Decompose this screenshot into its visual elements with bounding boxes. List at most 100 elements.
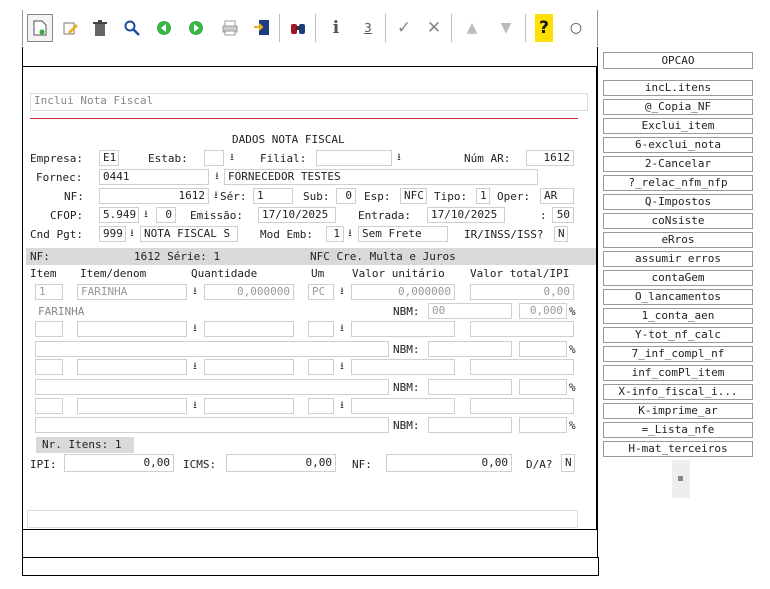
row4-qtd[interactable] (204, 398, 294, 414)
extra-field[interactable]: 50 (552, 207, 574, 223)
row3-item[interactable] (35, 359, 63, 375)
info-icon[interactable]: i (323, 14, 349, 42)
down-icon[interactable]: ▼ (493, 14, 519, 42)
row3-qtd[interactable] (204, 359, 294, 375)
irinss-field[interactable]: N (554, 226, 568, 242)
num-ar-field[interactable]: 1612 (526, 150, 574, 166)
count-icon[interactable]: 3 (355, 14, 381, 42)
tipo-field[interactable]: 1 (476, 188, 490, 204)
edit-icon[interactable] (57, 14, 83, 42)
row4-nbm-field[interactable] (428, 417, 512, 433)
nf-field[interactable]: 1612 (99, 188, 209, 204)
row1-denom[interactable]: FARINHA (77, 284, 187, 300)
row1-vunit[interactable]: 0,000000 (351, 284, 455, 300)
option-button-16[interactable]: X-info_fiscal_i... (603, 384, 753, 400)
row2-description[interactable] (35, 341, 389, 357)
option-button-13[interactable]: Y-tot_nf_calc (603, 327, 753, 343)
row2-um-dropdown-icon[interactable]: ⭳ (336, 322, 348, 336)
row1-um-dropdown-icon[interactable]: ⭳ (336, 285, 348, 299)
option-button-11[interactable]: O_lancamentos (603, 289, 753, 305)
nf-total-field[interactable]: 0,00 (386, 454, 512, 472)
cndpgt-name-field[interactable]: NOTA FISCAL S (140, 226, 238, 242)
oper-field[interactable]: AR (540, 188, 574, 204)
search-icon[interactable] (119, 14, 145, 42)
help-icon[interactable]: ? (535, 14, 553, 42)
cfop-field[interactable]: 5.949 (99, 207, 139, 223)
row4-vunit[interactable] (351, 398, 455, 414)
sub-field[interactable]: 0 (336, 188, 356, 204)
row1-denom-dropdown-icon[interactable]: ⭳ (189, 285, 201, 299)
filial-field[interactable] (316, 150, 392, 166)
row1-vtotal[interactable]: 0,00 (470, 284, 574, 300)
row4-denom[interactable] (77, 398, 187, 414)
fornec-dropdown-icon[interactable]: ⭳ (211, 170, 223, 184)
cfop-seq-field[interactable]: 0 (156, 207, 176, 223)
row2-item[interactable] (35, 321, 63, 337)
check-icon[interactable]: ✓ (391, 14, 417, 42)
print-icon[interactable] (217, 14, 243, 42)
option-button-10[interactable]: contaGem (603, 270, 753, 286)
row4-description[interactable] (35, 417, 389, 433)
estab-dropdown-icon[interactable]: ⭳ (226, 151, 238, 165)
option-button-5[interactable]: ?_relac_nfm_nfp (603, 175, 753, 191)
fornec-code-field[interactable]: 0441 (99, 169, 209, 185)
prev-icon[interactable] (151, 14, 177, 42)
next-icon[interactable] (183, 14, 209, 42)
da-field[interactable]: N (561, 454, 575, 472)
option-button-8[interactable]: eRros (603, 232, 753, 248)
row1-um[interactable]: PC (308, 284, 334, 300)
chat-icon[interactable]: ○ (563, 14, 589, 42)
new-doc-icon[interactable] (27, 14, 53, 42)
trash-icon[interactable] (87, 14, 113, 42)
option-button-15[interactable]: inf_comPl_item (603, 365, 753, 381)
row4-item[interactable] (35, 398, 63, 414)
row2-qtd[interactable] (204, 321, 294, 337)
row3-vunit[interactable] (351, 359, 455, 375)
row1-ipi-field[interactable]: 0,000 (519, 303, 567, 319)
tools-icon[interactable]: ✕ (421, 14, 447, 42)
esp-field[interactable]: NFC (400, 188, 427, 204)
row3-ipi-field[interactable] (519, 379, 567, 395)
row2-ipi-field[interactable] (519, 341, 567, 357)
row4-um[interactable] (308, 398, 334, 414)
row2-denom[interactable] (77, 321, 187, 337)
options-scroll-handle[interactable] (672, 460, 690, 498)
option-button-4[interactable]: 2-Cancelar (603, 156, 753, 172)
option-button-18[interactable]: =_Lista_nfe (603, 422, 753, 438)
option-button-14[interactable]: 7_inf_compl_nf (603, 346, 753, 362)
row4-denom-dropdown-icon[interactable]: ⭳ (189, 399, 201, 413)
option-button-7[interactable]: coNsiste (603, 213, 753, 229)
serie-field[interactable]: 1 (253, 188, 293, 204)
option-button-9[interactable]: assumir erros (603, 251, 753, 267)
row1-qtd[interactable]: 0,000000 (204, 284, 294, 300)
option-button-12[interactable]: 1_conta_aen (603, 308, 753, 324)
icms-total-field[interactable]: 0,00 (226, 454, 336, 472)
option-button-1[interactable]: @_Copia_NF (603, 99, 753, 115)
row2-um[interactable] (308, 321, 334, 337)
row2-denom-dropdown-icon[interactable]: ⭳ (189, 322, 201, 336)
option-button-19[interactable]: H-mat_terceiros (603, 441, 753, 457)
fornec-name-field[interactable]: FORNECEDOR TESTES (224, 169, 538, 185)
binoculars-icon[interactable] (285, 14, 311, 42)
option-button-6[interactable]: Q-Impostos (603, 194, 753, 210)
row4-vtotal[interactable] (470, 398, 574, 414)
row3-um[interactable] (308, 359, 334, 375)
emissao-field[interactable]: 17/10/2025 (258, 207, 336, 223)
row2-nbm-field[interactable] (428, 341, 512, 357)
estab-field[interactable] (204, 150, 224, 166)
row3-nbm-field[interactable] (428, 379, 512, 395)
modemb-name-field[interactable]: Sem Frete (358, 226, 448, 242)
cfop-dropdown-icon[interactable]: ⭳ (140, 208, 152, 222)
cndpgt-code-field[interactable]: 999 (99, 226, 126, 242)
row3-um-dropdown-icon[interactable]: ⭳ (336, 360, 348, 374)
modemb-code-field[interactable]: 1 (326, 226, 344, 242)
option-button-17[interactable]: K-imprime_ar (603, 403, 753, 419)
option-button-0[interactable]: incL.itens (603, 80, 753, 96)
filial-dropdown-icon[interactable]: ⭳ (393, 151, 405, 165)
export-icon[interactable] (249, 14, 275, 42)
row3-description[interactable] (35, 379, 389, 395)
entrada-field[interactable]: 17/10/2025 (427, 207, 505, 223)
cndpgt-dropdown-icon[interactable]: ⭳ (126, 227, 138, 241)
up-icon[interactable]: ▲ (459, 14, 485, 42)
option-button-2[interactable]: Exclui_item (603, 118, 753, 134)
